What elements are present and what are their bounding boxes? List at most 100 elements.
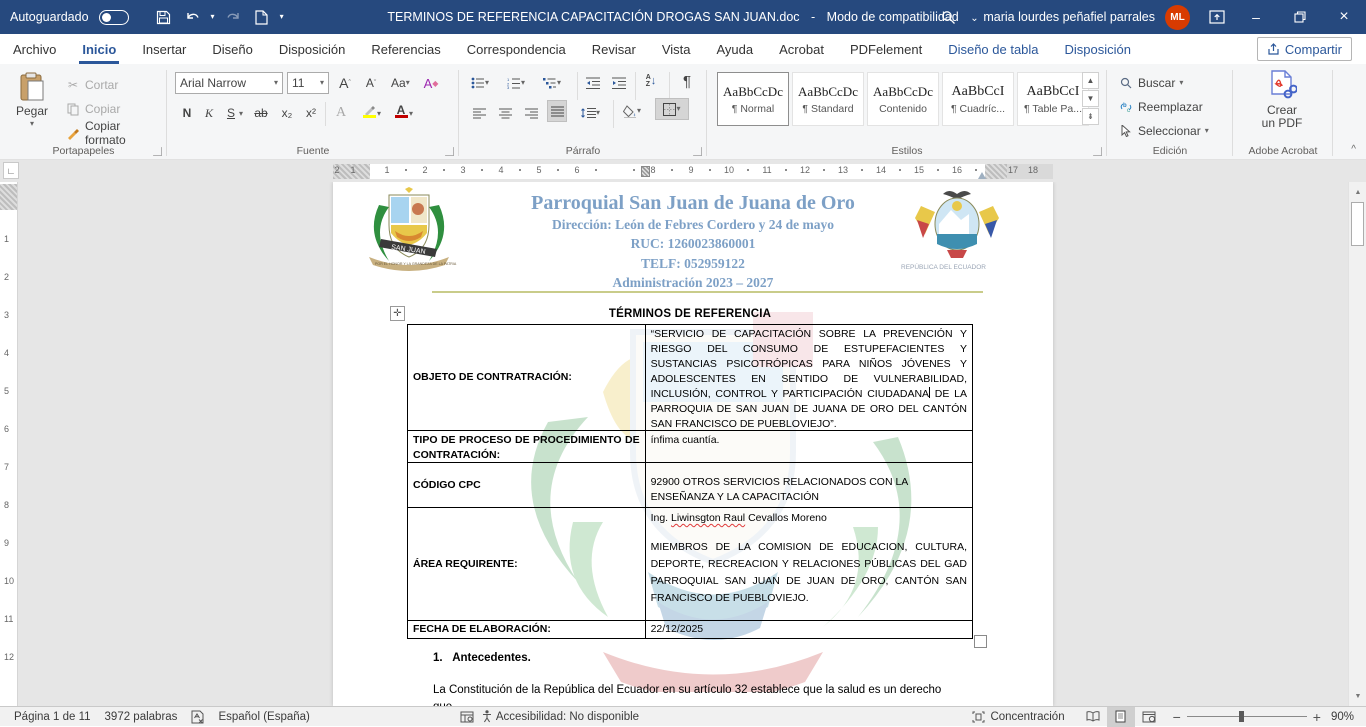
align-center-button[interactable] [495,102,515,124]
numbering-button[interactable]: 123▾ [505,72,527,94]
tab-insertar[interactable]: Insertar [129,34,199,64]
copy-button[interactable]: Copiar [62,98,123,120]
select-button[interactable]: Seleccionar▾ [1115,120,1212,142]
decrease-indent-button[interactable] [583,72,603,94]
bold-button[interactable]: N [177,102,197,124]
web-layout-button[interactable] [1135,707,1163,727]
superscript-button[interactable]: x² [301,102,321,124]
font-name-select[interactable]: Arial Narrow▾ [175,72,283,94]
tab-disposicion[interactable]: Disposición [266,34,358,64]
table-move-handle[interactable]: ✛ [390,306,405,321]
shrink-font-button[interactable]: Aˇ [361,72,381,94]
replace-button[interactable]: bc Reemplazar [1115,96,1206,118]
clipboard-dialog-launcher[interactable] [153,147,162,156]
subscript-button[interactable]: x₂ [277,102,297,124]
multilevel-list-button[interactable]: ▾ [541,72,563,94]
undo-button[interactable] [182,6,204,28]
clear-formatting-button[interactable]: A◆ [421,72,441,94]
minimize-button[interactable]: – [1234,0,1278,34]
bullets-button[interactable]: ▾ [469,72,491,94]
paste-button[interactable]: Pegar▾ [10,72,54,128]
quick-access-overflow-icon[interactable]: ▾ [280,13,284,21]
italic-button[interactable]: K [199,102,219,124]
tab-acrobat[interactable]: Acrobat [766,34,837,64]
font-dialog-launcher[interactable] [445,147,454,156]
share-button[interactable]: Compartir [1257,37,1352,61]
vertical-scrollbar[interactable]: ▲ ▼ [1348,182,1366,706]
table-resize-handle[interactable] [974,635,987,648]
style-standard[interactable]: AaBbCcDc¶ Standard [792,72,864,126]
tab-pdfelement[interactable]: PDFelement [837,34,935,64]
accessibility-status[interactable]: Accesibilidad: No disponible [482,710,639,723]
tab-archivo[interactable]: Archivo [0,34,69,64]
avatar[interactable]: ML [1165,5,1190,30]
tab-stop-selector[interactable]: ∟ [3,162,19,179]
style-cuadricula[interactable]: AaBbCcI¶ Cuadríc... [942,72,1014,126]
page-indicator[interactable]: Página 1 de 11 [14,711,91,723]
restore-button[interactable] [1278,0,1322,34]
right-margin-marker[interactable] [985,164,1007,179]
line-spacing-button[interactable]: ▾ [579,102,602,124]
scroll-up-icon[interactable]: ▲ [1350,184,1366,200]
show-marks-button[interactable]: ¶ [677,70,697,92]
justify-button[interactable] [547,100,567,122]
tab-diseno[interactable]: Diseño [199,34,265,64]
cut-button[interactable]: ✂Cortar [62,74,121,96]
zoom-slider-thumb[interactable] [1239,711,1244,722]
terms-table[interactable]: OBJETO DE CONTRATRACIÓN: “SERVICIO DE CA… [407,324,973,639]
styles-scroll-up-icon[interactable]: ▲ [1082,72,1099,89]
styles-gallery-expand-icon[interactable]: ⇟ [1082,108,1099,125]
change-case-button[interactable]: Aa▾ [389,72,412,94]
zoom-level[interactable]: 90% [1331,711,1354,723]
tab-ayuda[interactable]: Ayuda [703,34,766,64]
undo-dropdown-icon[interactable]: ▾ [211,13,215,21]
save-icon[interactable] [153,6,175,28]
user-name[interactable]: maria lourdes peñafiel parrales [983,10,1155,24]
spellcheck-icon[interactable] [191,710,204,724]
redo-button[interactable] [222,6,244,28]
grow-font-button[interactable]: Aˆ [335,72,355,94]
tab-referencias[interactable]: Referencias [358,34,453,64]
format-painter-button[interactable]: Copiar formato [62,122,167,144]
zoom-slider[interactable] [1187,716,1307,717]
styles-scroll-down-icon[interactable]: ▼ [1082,90,1099,107]
print-layout-button[interactable] [1107,707,1135,727]
underline-dropdown-icon[interactable]: ▾ [239,110,243,118]
tab-correspondencia[interactable]: Correspondencia [454,34,579,64]
font-color-dropdown-icon[interactable]: ▾ [409,110,413,118]
tab-vista[interactable]: Vista [649,34,704,64]
zoom-out-button[interactable]: − [1173,709,1181,725]
right-indent-marker[interactable] [978,172,986,179]
font-color-button[interactable]: A [391,100,411,122]
sort-button[interactable]: AZ↓ [641,70,661,92]
increase-indent-button[interactable] [609,72,629,94]
search-icon[interactable] [931,0,965,34]
table-column-marker[interactable] [641,166,650,177]
tab-inicio[interactable]: Inicio [69,34,129,64]
styles-dialog-launcher[interactable] [1093,147,1102,156]
borders-button[interactable]: ▾ [655,98,689,120]
scroll-down-icon[interactable]: ▼ [1350,688,1366,704]
shading-button[interactable]: ▾ [621,100,643,122]
align-right-button[interactable] [521,102,541,124]
tab-disposicion-tabla[interactable]: Disposición [1052,34,1144,64]
style-table-paragraph[interactable]: AaBbCcI¶ Table Pa... [1017,72,1089,126]
paragraph-dialog-launcher[interactable] [693,147,702,156]
new-document-icon[interactable] [251,6,273,28]
find-button[interactable]: Buscar▾ [1115,72,1186,94]
macro-recording-icon[interactable] [460,711,474,723]
strikethrough-button[interactable]: ab [251,102,271,124]
tab-diseno-de-tabla[interactable]: Diseño de tabla [935,34,1051,64]
vertical-ruler[interactable]: 1 2 3 4 5 6 7 8 9 10 11 12 [0,182,18,706]
tab-revisar[interactable]: Revisar [579,34,649,64]
align-left-button[interactable] [469,102,489,124]
focus-mode-button[interactable]: Concentración [972,711,1064,723]
style-normal[interactable]: AaBbCcDc¶ Normal [717,72,789,126]
zoom-in-button[interactable]: + [1313,709,1321,725]
style-contenido[interactable]: AaBbCcDcContenido [867,72,939,126]
underline-button[interactable]: S [221,102,241,124]
collapse-ribbon-icon[interactable]: ^ [1351,144,1356,155]
create-pdf-button[interactable]: Crearun PDF [1251,70,1313,130]
highlight-color-button[interactable] [359,100,379,122]
document-page[interactable]: SAN JUAN POR EL HONOR Y LA GRANDEZA DE L… [333,182,1053,706]
